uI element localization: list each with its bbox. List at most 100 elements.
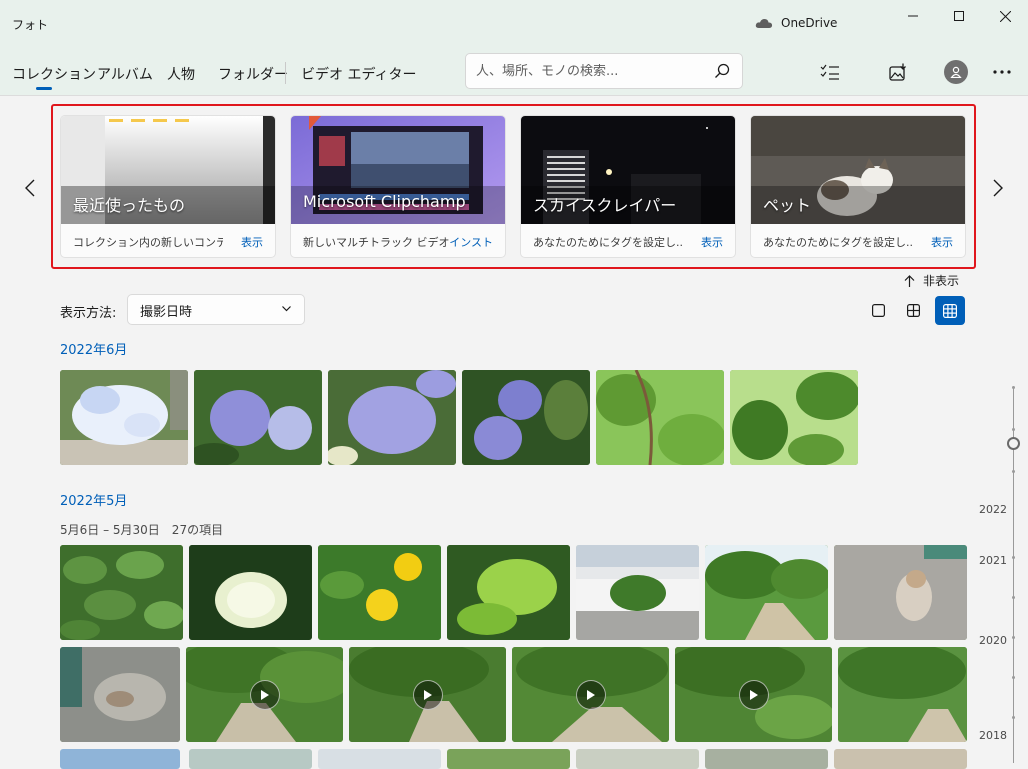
- video-thumbnail[interactable]: [186, 647, 343, 742]
- chevron-down-icon: [282, 306, 291, 312]
- import-button[interactable]: [886, 60, 910, 84]
- photo-thumbnail[interactable]: [189, 749, 312, 769]
- hide-featured-button[interactable]: 非表示: [904, 272, 959, 289]
- play-button[interactable]: [575, 679, 606, 710]
- view-large-button[interactable]: [863, 296, 893, 325]
- view-small-button[interactable]: [935, 296, 965, 325]
- hydrangea-photo: [328, 370, 456, 465]
- play-button[interactable]: [249, 679, 280, 710]
- carousel-prev-button[interactable]: [20, 176, 40, 200]
- nav-bar: コレクション アルバム 人物 フォルダー ビデオ エディター: [0, 48, 1028, 96]
- timeline-year[interactable]: 2021: [979, 554, 1007, 567]
- timeline-tick: [1012, 636, 1015, 639]
- chevron-left-icon: [25, 179, 35, 197]
- photo-thumbnail[interactable]: [705, 545, 828, 640]
- onedrive-label: OneDrive: [781, 16, 838, 30]
- grape-leaves-photo: [596, 370, 724, 465]
- hydrangea-photo: [60, 370, 188, 465]
- timeline-tick: [1012, 428, 1015, 431]
- photo-thumbnail[interactable]: [462, 370, 590, 465]
- photo-thumbnail[interactable]: [596, 370, 724, 465]
- active-tab-indicator: [36, 87, 52, 90]
- close-button[interactable]: [982, 0, 1028, 32]
- hide-label: 非表示: [923, 274, 960, 288]
- cat-photo: [834, 545, 967, 640]
- photo-thumbnail[interactable]: [328, 370, 456, 465]
- more-button[interactable]: [990, 60, 1014, 84]
- search-box[interactable]: [465, 53, 743, 89]
- play-icon: [423, 689, 432, 700]
- nav-divider: [285, 62, 286, 84]
- timeline-year[interactable]: 2018: [979, 729, 1007, 742]
- timeline-tick: [1012, 556, 1015, 559]
- chevron-right-icon: [993, 179, 1003, 197]
- search-icon[interactable]: [714, 63, 730, 79]
- timeline-year[interactable]: 2020: [979, 634, 1007, 647]
- tab-folders[interactable]: フォルダー: [218, 64, 288, 84]
- more-icon: [993, 70, 1011, 74]
- avatar[interactable]: [944, 60, 968, 84]
- yellow-flowers-photo: [318, 545, 441, 640]
- plant-photo: [447, 545, 570, 640]
- photo-thumbnail[interactable]: [194, 370, 322, 465]
- minimize-button[interactable]: [890, 0, 936, 32]
- search-input[interactable]: [476, 63, 708, 79]
- photo-thumbnail[interactable]: [576, 545, 699, 640]
- sort-selected-value: 撮影日時: [140, 305, 193, 320]
- maximize-icon: [954, 11, 964, 21]
- minimize-icon: [908, 15, 918, 17]
- photo-thumbnail[interactable]: [705, 749, 828, 769]
- app-title: フォト: [12, 18, 49, 32]
- photo-thumbnail[interactable]: [447, 545, 570, 640]
- cat-photo: [60, 647, 180, 742]
- tab-album[interactable]: アルバム: [97, 64, 153, 84]
- leaves-photo: [60, 545, 183, 640]
- grape-leaves-photo: [730, 370, 858, 465]
- photo-thumbnail[interactable]: [60, 647, 180, 742]
- video-thumbnail[interactable]: [512, 647, 669, 742]
- square-icon: [871, 304, 885, 317]
- photo-thumbnail[interactable]: [730, 370, 858, 465]
- park-trees-photo: [838, 647, 967, 742]
- photo-thumbnail[interactable]: [60, 370, 188, 465]
- tab-people[interactable]: 人物: [167, 64, 195, 84]
- carousel-next-button[interactable]: [988, 176, 1008, 200]
- photo-thumbnail[interactable]: [838, 647, 967, 742]
- tab-video-editor[interactable]: ビデオ エディター: [301, 64, 416, 84]
- photo-thumbnail[interactable]: [189, 545, 312, 640]
- play-icon: [260, 689, 269, 700]
- play-icon: [586, 689, 595, 700]
- sort-dropdown[interactable]: 撮影日時: [127, 294, 305, 325]
- timeline-year[interactable]: 2022: [979, 503, 1007, 516]
- multi-select-icon: [820, 64, 839, 80]
- photo-thumbnail[interactable]: [60, 545, 183, 640]
- tab-collection[interactable]: コレクション: [12, 64, 96, 84]
- hydrangea-photo: [194, 370, 322, 465]
- play-button[interactable]: [412, 679, 443, 710]
- photo-thumbnail[interactable]: [576, 749, 699, 769]
- timeline-tick: [1012, 716, 1015, 719]
- onedrive-status[interactable]: OneDrive: [755, 16, 837, 30]
- hydrangea-photo: [462, 370, 590, 465]
- photo-thumbnail[interactable]: [834, 545, 967, 640]
- video-thumbnail[interactable]: [675, 647, 832, 742]
- view-medium-button[interactable]: [898, 296, 928, 325]
- timeline-handle[interactable]: [1007, 437, 1020, 450]
- grid-3x3-icon: [943, 303, 957, 318]
- section-date-range: 5月6日 – 5月30日 27の項目: [60, 523, 224, 537]
- photo-thumbnail[interactable]: [318, 749, 441, 769]
- select-button[interactable]: [818, 60, 842, 84]
- photo-thumbnail[interactable]: [834, 749, 967, 769]
- photo-thumbnail[interactable]: [447, 749, 570, 769]
- white-hydrangea-photo: [189, 545, 312, 640]
- video-thumbnail[interactable]: [349, 647, 506, 742]
- timeline-tick: [1012, 470, 1015, 473]
- timeline-tick: [1012, 386, 1015, 389]
- section-title-june: 2022年6月: [60, 343, 128, 358]
- maximize-button[interactable]: [936, 0, 982, 32]
- grid-2x2-icon: [906, 304, 920, 317]
- photo-thumbnail[interactable]: [318, 545, 441, 640]
- photo-thumbnail[interactable]: [60, 749, 180, 769]
- play-button[interactable]: [738, 679, 769, 710]
- person-icon: [950, 66, 962, 78]
